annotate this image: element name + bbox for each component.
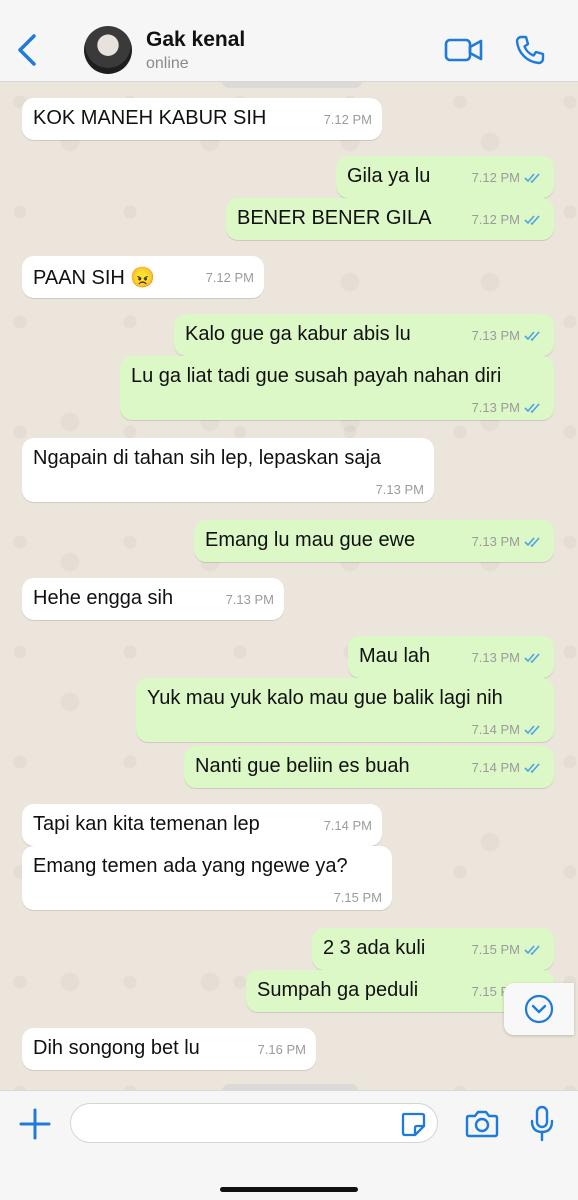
date-separator	[222, 82, 362, 88]
message-text: Ngapain di tahan sih lep, lepaskan saja	[33, 447, 382, 469]
message-list[interactable]: KOK MANEH KABUR SIH 7.12 PM Gila ya lu 7.12…	[0, 82, 578, 1090]
message-text: Dih songong bet lu	[33, 1037, 200, 1059]
outgoing-message[interactable]: Yuk mau yuk kalo mau gue balik lagi nih 7…	[136, 678, 554, 742]
read-receipt-icon	[524, 403, 540, 414]
outgoing-message[interactable]: Nanti gue beliin es buah 7.14 PM	[184, 746, 554, 788]
read-receipt-icon	[524, 215, 540, 226]
message-text: Nanti gue beliin es buah	[195, 755, 410, 777]
message-time: 7.12 PM	[471, 170, 520, 185]
message-time: 7.14 PM	[323, 818, 372, 833]
message-text: Kalo gue ga kabur abis lu	[185, 323, 411, 345]
sticker-icon[interactable]	[400, 1111, 426, 1137]
message-text: Tapi kan kita temenan lep	[33, 813, 260, 835]
message-text: BENER BENER GILA	[237, 207, 432, 229]
incoming-message[interactable]: Dih songong bet lu 7.16 PM	[22, 1028, 316, 1070]
read-receipt-icon	[524, 725, 540, 736]
outgoing-message[interactable]: Kalo gue ga kabur abis lu 7.13 PM	[174, 314, 554, 356]
contact-avatar[interactable]	[84, 26, 132, 74]
message-input[interactable]	[70, 1103, 438, 1143]
chat-header: Gak kenal online	[0, 0, 578, 82]
read-receipt-icon	[524, 173, 540, 184]
message-text: Hehe engga sih	[33, 587, 174, 609]
incoming-message[interactable]: Emang temen ada yang ngewe ya? 7.15 PM	[22, 846, 392, 910]
message-text: Lu ga liat tadi gue susah payah nahan di…	[131, 365, 502, 387]
message-time: 7.13 PM	[471, 650, 520, 665]
message-time: 7.15 PM	[471, 942, 520, 957]
message-time: 7.13 PM	[471, 400, 520, 415]
message-time: 7.13 PM	[225, 592, 274, 607]
message-text: Mau lah	[359, 645, 431, 667]
contact-status: online	[146, 55, 189, 72]
outgoing-message[interactable]: Mau lah 7.13 PM	[348, 636, 554, 678]
message-time: 7.14 PM	[471, 722, 520, 737]
outgoing-message[interactable]: BENER BENER GILA 7.12 PM	[226, 198, 554, 240]
message-time: 7.12 PM	[323, 112, 372, 127]
message-time: 7.14 PM	[471, 760, 520, 775]
message-time: 7.13 PM	[471, 534, 520, 549]
outgoing-message[interactable]: Emang lu mau gue ewe 7.13 PM	[194, 520, 554, 562]
phone-call-icon[interactable]	[514, 34, 546, 66]
read-receipt-icon	[524, 763, 540, 774]
message-time: 7.16 PM	[257, 1042, 306, 1057]
incoming-message[interactable]: PAAN SIH 😠 7.12 PM	[22, 256, 264, 298]
read-receipt-icon	[524, 537, 540, 548]
read-receipt-icon	[524, 945, 540, 956]
message-text: Gila ya lu	[347, 165, 431, 187]
video-call-icon[interactable]	[444, 36, 484, 64]
incoming-message[interactable]: Tapi kan kita temenan lep 7.14 PM	[22, 804, 382, 846]
incoming-message[interactable]: Hehe engga sih 7.13 PM	[22, 578, 284, 620]
incoming-message[interactable]: Ngapain di tahan sih lep, lepaskan saja 7…	[22, 438, 434, 502]
message-text: 2 3 ada kuli	[323, 937, 426, 959]
scroll-to-bottom-button[interactable]	[504, 983, 574, 1035]
microphone-icon[interactable]	[528, 1105, 556, 1143]
incoming-message[interactable]: KOK MANEH KABUR SIH 7.12 PM	[22, 98, 382, 140]
outgoing-message[interactable]: 2 3 ada kuli 7.15 PM	[312, 928, 554, 970]
back-chevron-icon[interactable]	[14, 32, 40, 68]
outgoing-message[interactable]: Lu ga liat tadi gue susah payah nahan di…	[120, 356, 554, 420]
plus-icon[interactable]	[18, 1107, 52, 1141]
message-text: Emang lu mau gue ewe	[205, 529, 416, 551]
message-time: 7.13 PM	[471, 328, 520, 343]
message-time: 7.15 PM	[333, 890, 382, 905]
message-time: 7.13 PM	[375, 482, 424, 497]
read-receipt-icon	[524, 331, 540, 342]
message-time: 7.12 PM	[205, 270, 254, 285]
message-text: KOK MANEH KABUR SIH	[33, 107, 267, 129]
message-text: Yuk mau yuk kalo mau gue balik lagi nih	[147, 687, 503, 709]
contact-name[interactable]: Gak kenal	[146, 28, 245, 52]
read-receipt-icon	[524, 653, 540, 664]
composer-bar	[0, 1090, 578, 1200]
outgoing-message[interactable]: Gila ya lu 7.12 PM	[336, 156, 554, 198]
message-text: Emang temen ada yang ngewe ya?	[33, 855, 348, 877]
camera-icon[interactable]	[464, 1109, 500, 1139]
chevron-down-icon	[524, 994, 554, 1024]
message-text: PAAN SIH 😠	[33, 267, 156, 289]
message-text: Sumpah ga peduli	[257, 979, 419, 1001]
home-indicator	[220, 1187, 358, 1192]
message-time: 7.12 PM	[471, 212, 520, 227]
